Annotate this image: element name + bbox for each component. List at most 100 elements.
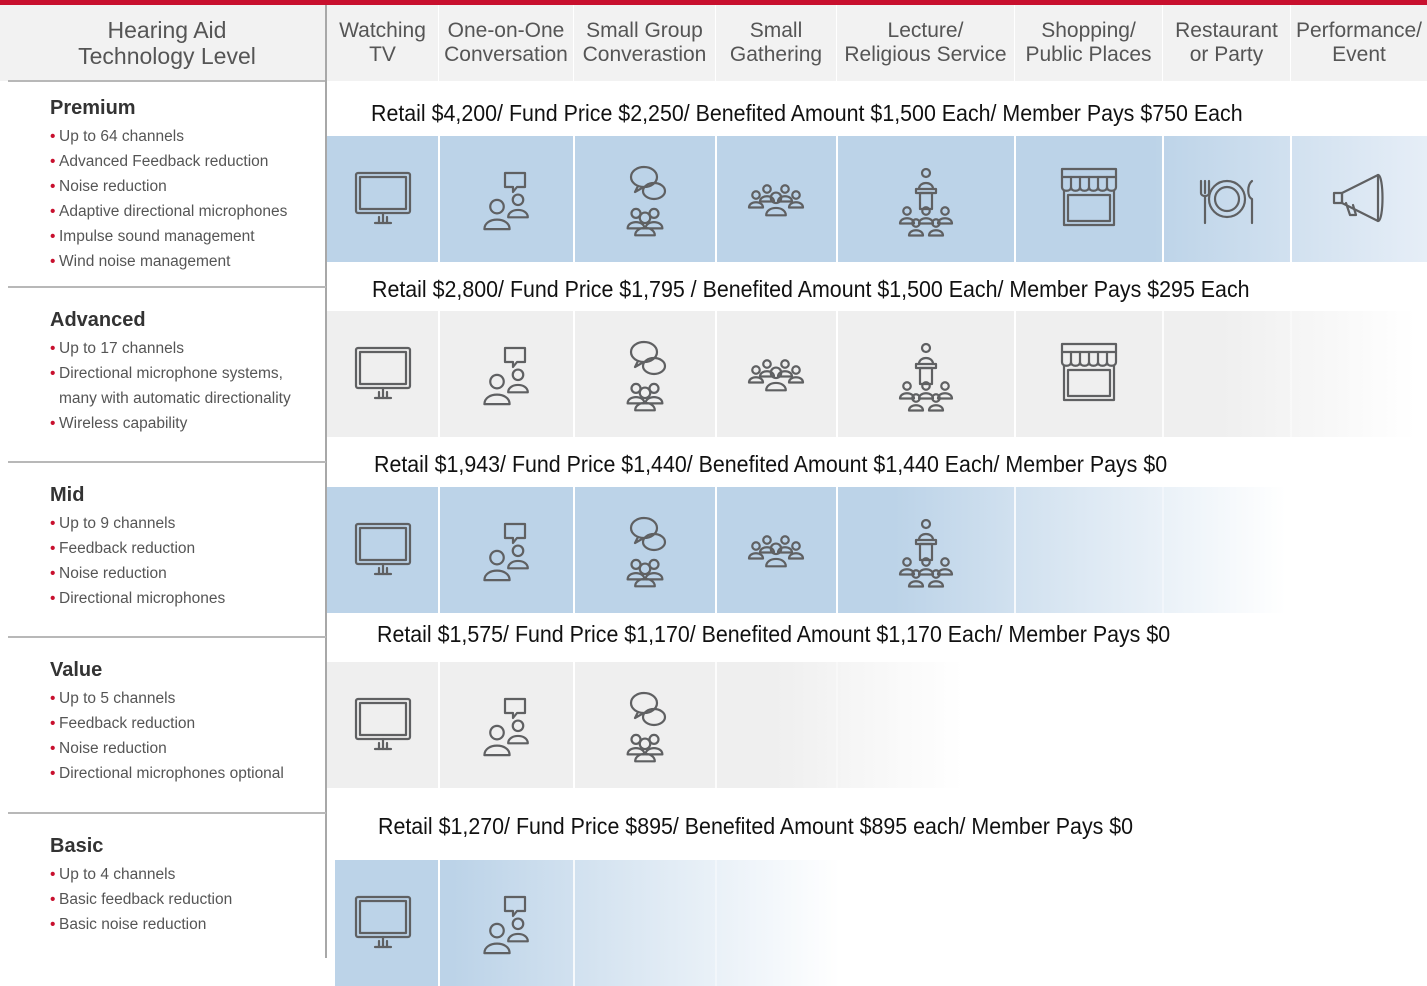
tier-name: Basic	[50, 835, 104, 857]
header-col-1: Watching TV	[339, 19, 426, 66]
cell-divider	[438, 487, 440, 613]
bullet: •	[50, 866, 56, 883]
conversation-icon	[439, 136, 573, 262]
tier-divider	[8, 461, 326, 463]
feature-text: Up to 64 channels	[59, 128, 184, 145]
bullet: •	[50, 153, 56, 170]
feature-text: Feedback reduction	[59, 715, 196, 732]
feature-text: Advanced Feedback reduction	[59, 153, 269, 170]
feature-item: • Up to 17 channels	[50, 336, 320, 361]
feature-item: • Directional microphones optional	[50, 761, 320, 786]
bullet: •	[50, 253, 56, 270]
tier-premium: Premium • Up to 64 channels • Advanced Feedb…	[50, 96, 320, 274]
feature-item: • Basic noise reduction	[50, 912, 320, 937]
feature-list: • Up to 5 channels • Feedback reduction • Noi…	[50, 686, 320, 786]
feature-item: • Adaptive directional microphones	[50, 199, 320, 224]
cell-divider	[836, 662, 838, 788]
conversation-icon	[439, 487, 573, 613]
conversation-icon	[439, 311, 573, 437]
feature-item: • Noise reduction	[50, 174, 320, 199]
cell-divider	[1014, 311, 1016, 437]
feature-text: Wind noise management	[59, 253, 231, 270]
group-chat-icon	[574, 311, 715, 437]
conversation-icon	[439, 662, 573, 788]
price-line: Retail $4,200/ Fund Price $2,250/ Benefi…	[371, 100, 1243, 126]
header-col-6: Shopping/ Public Places	[1025, 19, 1152, 66]
feature-text: Up to 4 channels	[59, 866, 176, 883]
bullet: •	[50, 203, 56, 220]
cell-divider	[1162, 136, 1164, 262]
feature-item: • Feedback reduction	[50, 711, 320, 736]
tv-icon	[327, 136, 438, 262]
crowd-icon	[716, 487, 836, 613]
header-col-divider	[438, 5, 439, 81]
tv-icon	[327, 662, 438, 788]
header-title: Hearing Aid Technology Level	[78, 17, 256, 69]
feature-item: • Directional microphones	[50, 586, 320, 611]
cell-divider	[438, 662, 440, 788]
feature-item: • Advanced Feedback reduction	[50, 149, 320, 174]
cell-divider	[715, 311, 717, 437]
feature-text: Directional microphones optional	[59, 765, 284, 782]
header-col-divider	[573, 5, 574, 81]
price-line: Retail $1,575/ Fund Price $1,170/ Benefi…	[377, 621, 1171, 647]
feature-item: • Up to 9 channels	[50, 511, 320, 536]
tv-icon	[327, 860, 438, 986]
tier-divider	[8, 286, 326, 288]
feature-item: • Wireless capability	[50, 411, 320, 436]
lecture-icon	[837, 487, 1014, 613]
feature-text: Up to 5 channels	[59, 690, 176, 707]
cell-divider	[715, 136, 717, 262]
feature-text: Feedback reduction	[59, 540, 196, 557]
cell-divider	[1162, 311, 1164, 437]
feature-text: many with automatic directionality	[59, 390, 291, 407]
cell-divider	[573, 311, 575, 437]
bullet: •	[50, 515, 56, 532]
cell-divider	[836, 136, 838, 262]
cell-divider	[715, 487, 717, 613]
feature-text: Noise reduction	[59, 178, 167, 195]
scenario-band	[327, 662, 963, 788]
dining-icon	[1163, 136, 1290, 262]
tier-name: Premium	[50, 97, 136, 119]
feature-text: Wireless capability	[59, 415, 188, 432]
cell-divider	[836, 311, 838, 437]
group-chat-icon	[574, 136, 715, 262]
bullet: •	[50, 415, 56, 432]
crowd-icon	[716, 311, 836, 437]
bullet: •	[50, 565, 56, 582]
feature-item: • Up to 64 channels	[50, 124, 320, 149]
tier-divider	[8, 812, 326, 814]
scenario-band	[327, 311, 1416, 437]
feature-text: Directional microphones	[59, 590, 226, 607]
feature-text: Up to 17 channels	[59, 340, 184, 357]
feature-text: Basic noise reduction	[59, 916, 207, 933]
header-col-divider	[836, 5, 837, 81]
bullet: •	[50, 128, 56, 145]
feature-item: • Up to 5 channels	[50, 686, 320, 711]
feature-text: Adaptive directional microphones	[59, 203, 288, 220]
header-divider	[8, 80, 326, 82]
tier-value: Value • Up to 5 channels • Feedback reductio…	[50, 658, 320, 786]
cell-divider	[1290, 311, 1292, 437]
tier-name: Advanced	[50, 309, 146, 331]
cell-divider	[715, 662, 717, 788]
bullet: •	[50, 740, 56, 757]
tier-name: Mid	[50, 484, 85, 506]
header-col-5: Lecture/ Religious Service	[844, 19, 1007, 66]
feature-list: • Up to 17 channels • Directional microphon…	[50, 336, 320, 436]
price-line: Retail $1,270/ Fund Price $895/ Benefite…	[378, 813, 1134, 839]
header-col-divider	[1014, 5, 1015, 81]
feature-text: Noise reduction	[59, 740, 167, 757]
tier-basic: Basic • Up to 4 channels • Basic feedback re…	[50, 834, 320, 937]
conversation-icon	[439, 860, 573, 986]
header-col-4: Small Gathering	[729, 19, 823, 66]
feature-text: Basic feedback reduction	[59, 891, 233, 908]
bullet: •	[50, 891, 56, 908]
bullet: •	[50, 228, 56, 245]
feature-item: • Basic feedback reduction	[50, 887, 320, 912]
price-line: Retail $1,943/ Fund Price $1,440/ Benefi…	[374, 451, 1168, 477]
scenario-band	[335, 860, 840, 986]
tier-advanced: Advanced • Up to 17 channels • Directional m…	[50, 308, 320, 436]
feature-list: • Up to 4 channels • Basic feedback reducti…	[50, 862, 320, 937]
